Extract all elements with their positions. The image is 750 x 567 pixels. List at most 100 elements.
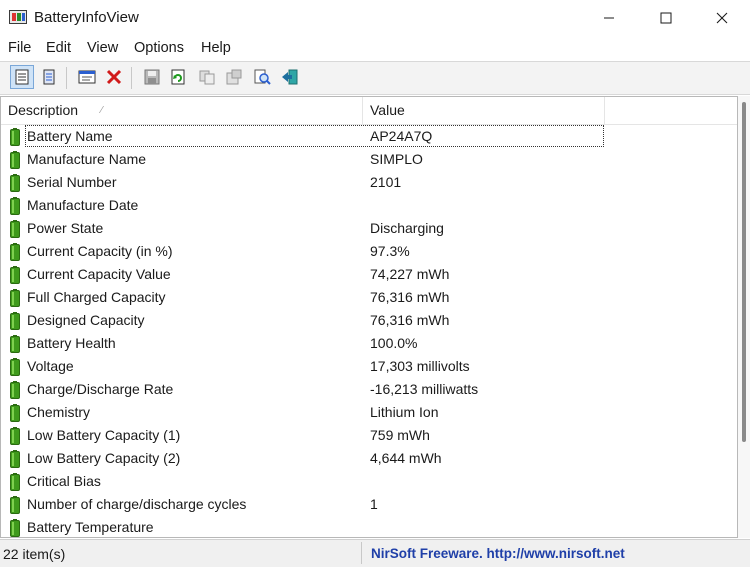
menu-file[interactable]: File xyxy=(8,40,31,56)
table-row[interactable]: Critical Bias xyxy=(1,470,737,493)
menu-view[interactable]: View xyxy=(87,40,118,56)
battery-icon xyxy=(10,335,20,353)
row-description: Manufacture Date xyxy=(27,197,139,213)
battery-icon xyxy=(10,450,20,468)
table-row[interactable]: Battery Temperature xyxy=(1,516,737,537)
column-header-value-label: Value xyxy=(370,102,405,118)
toolbar xyxy=(0,61,750,95)
copy-icon xyxy=(199,70,215,85)
row-value: Lithium Ion xyxy=(370,404,439,420)
table-row[interactable]: Low Battery Capacity (2) 4,644 mWh xyxy=(1,447,737,470)
list-view-icon xyxy=(15,69,29,85)
options-button[interactable] xyxy=(222,65,246,89)
column-header-description-label: Description xyxy=(8,102,79,118)
battery-icon xyxy=(10,243,20,261)
battery-icon xyxy=(10,381,20,399)
title-bar: BatteryInfoView xyxy=(0,0,750,36)
row-value: -16,213 milliwatts xyxy=(370,381,479,397)
battery-icon xyxy=(10,197,20,215)
table-row[interactable]: Chemistry Lithium Ion xyxy=(1,401,737,424)
delete-icon xyxy=(106,69,122,85)
battery-icon xyxy=(10,220,20,238)
delete-button[interactable] xyxy=(102,65,126,89)
row-value: AP24A7Q xyxy=(370,128,433,144)
row-value: 1 xyxy=(370,496,378,512)
close-button[interactable] xyxy=(694,0,750,36)
minimize-button[interactable] xyxy=(581,0,637,36)
refresh-button[interactable] xyxy=(166,65,190,89)
row-description: Critical Bias xyxy=(27,473,101,489)
row-description: Charge/Discharge Rate xyxy=(27,381,174,397)
menu-edit[interactable]: Edit xyxy=(46,40,71,56)
column-header-description[interactable]: Description ⁄ xyxy=(1,97,363,124)
row-description: Low Battery Capacity (2) xyxy=(27,450,181,466)
report-view-icon xyxy=(43,69,55,85)
row-description: Number of charge/discharge cycles xyxy=(27,496,247,512)
menu-bar: File Edit View Options Help xyxy=(0,36,750,60)
row-description: Serial Number xyxy=(27,174,117,190)
table-row[interactable]: Number of charge/discharge cycles 1 xyxy=(1,493,737,516)
table-row[interactable]: Designed Capacity 76,316 mWh xyxy=(1,309,737,332)
table-row[interactable]: Serial Number 2101 xyxy=(1,171,737,194)
row-description: Manufacture Name xyxy=(27,151,147,167)
row-value: 17,303 millivolts xyxy=(370,358,470,374)
list-header: Description ⁄ Value xyxy=(1,97,737,125)
battery-icon xyxy=(10,289,20,307)
table-row[interactable]: Current Capacity (in %) 97.3% xyxy=(1,240,737,263)
table-row[interactable]: Full Charged Capacity 76,316 mWh xyxy=(1,286,737,309)
report-view-button[interactable] xyxy=(37,65,61,89)
battery-info-list[interactable]: Description ⁄ Value Battery Name AP24A7Q M… xyxy=(0,96,738,538)
battery-icon xyxy=(10,151,20,169)
row-value: 97.3% xyxy=(370,243,410,259)
row-description: Voltage xyxy=(27,358,74,374)
column-header-value[interactable]: Value xyxy=(363,97,605,124)
maximize-icon xyxy=(660,12,672,24)
vertical-scrollbar[interactable] xyxy=(738,96,750,538)
table-row[interactable]: Power State Discharging xyxy=(1,217,737,240)
row-description: Battery Health xyxy=(27,335,116,351)
battery-icon xyxy=(10,358,20,376)
row-description: Current Capacity Value xyxy=(27,266,171,282)
item-count: 22 item(s) xyxy=(3,546,66,562)
table-row[interactable]: Manufacture Date xyxy=(1,194,737,217)
row-value: 74,227 mWh xyxy=(370,266,450,282)
refresh-icon xyxy=(171,69,185,85)
battery-icon xyxy=(10,174,20,192)
menu-help[interactable]: Help xyxy=(201,40,231,56)
table-row[interactable]: Low Battery Capacity (1) 759 mWh xyxy=(1,424,737,447)
row-description: Low Battery Capacity (1) xyxy=(27,427,181,443)
exit-icon xyxy=(282,69,298,85)
options-icon xyxy=(226,69,242,85)
table-row[interactable]: Battery Name AP24A7Q xyxy=(1,125,737,148)
copy-button[interactable] xyxy=(195,65,219,89)
row-value: 759 mWh xyxy=(370,427,430,443)
battery-icon xyxy=(10,312,20,330)
table-row[interactable]: Current Capacity Value 74,227 mWh xyxy=(1,263,737,286)
table-row[interactable]: Voltage 17,303 millivolts xyxy=(1,355,737,378)
table-row[interactable]: Manufacture Name SIMPLO xyxy=(1,148,737,171)
nirsoft-link[interactable]: NirSoft Freeware. http://www.nirsoft.net xyxy=(371,546,625,561)
battery-icon xyxy=(10,128,20,146)
table-row[interactable]: Battery Health 100.0% xyxy=(1,332,737,355)
row-description: Power State xyxy=(27,220,104,236)
properties-button[interactable] xyxy=(75,65,99,89)
menu-options[interactable]: Options xyxy=(134,40,184,56)
maximize-button[interactable] xyxy=(638,0,694,36)
row-value: 4,644 mWh xyxy=(370,450,442,466)
save-button[interactable] xyxy=(140,65,164,89)
save-icon xyxy=(144,69,160,85)
scrollbar-thumb[interactable] xyxy=(742,102,746,442)
exit-button[interactable] xyxy=(278,65,302,89)
row-value: SIMPLO xyxy=(370,151,423,167)
row-description: Current Capacity (in %) xyxy=(27,243,173,259)
close-icon xyxy=(716,12,728,24)
table-row[interactable]: Charge/Discharge Rate -16,213 milliwatts xyxy=(1,378,737,401)
minimize-icon xyxy=(604,17,614,19)
row-value: 100.0% xyxy=(370,335,418,351)
battery-icon xyxy=(10,496,20,514)
find-button[interactable] xyxy=(250,65,274,89)
app-icon xyxy=(9,10,27,24)
battery-icon xyxy=(10,427,20,445)
battery-icon xyxy=(10,519,20,537)
list-view-button[interactable] xyxy=(10,65,34,89)
